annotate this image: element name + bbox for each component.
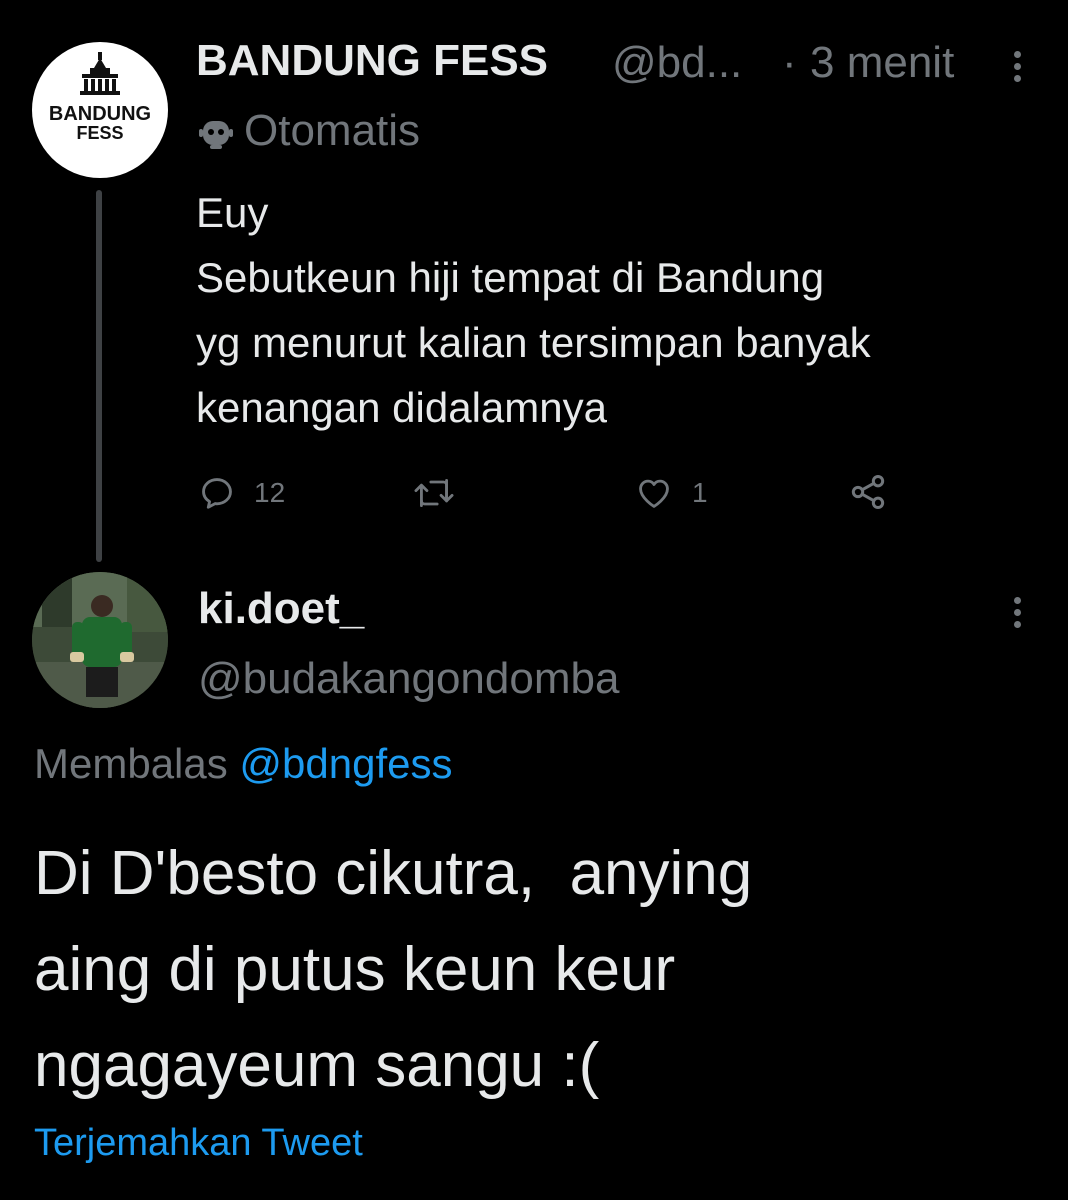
- reply-icon: [202, 478, 232, 509]
- parent-tweet-text: Euy Sebutkeun hiji tempat di Bandung yg …: [196, 180, 1056, 440]
- avatar-photo: [32, 572, 168, 708]
- tweet-text-line: ngagayeum sangu :(: [34, 1031, 600, 1100]
- bandung-fess-avatar[interactable]: BANDUNG FESS: [32, 42, 168, 178]
- parent-author-name[interactable]: BANDUNG FESS: [196, 36, 548, 86]
- bandung-fess-logo: BANDUNG FESS: [49, 52, 151, 143]
- retweet-button[interactable]: [412, 474, 474, 512]
- replying-to-line: Membalas @bdngfess: [34, 740, 453, 788]
- parent-timestamp[interactable]: 3 menit: [810, 38, 954, 88]
- parent-author-handle[interactable]: @bd...: [612, 38, 742, 88]
- reply-author-avatar[interactable]: [32, 572, 168, 708]
- heart-icon: [639, 479, 669, 508]
- share-button[interactable]: [848, 472, 888, 512]
- replying-to-mention-link[interactable]: @bdngfess: [239, 740, 452, 787]
- parent-more-options-icon[interactable]: [1012, 51, 1022, 82]
- thread-connector-line: [96, 190, 102, 562]
- automated-account-label[interactable]: Otomatis: [244, 106, 420, 156]
- retweet-icon: [414, 479, 454, 507]
- share-icon: [851, 475, 885, 509]
- tweet-text-line: Di D'besto cikutra, anying: [34, 839, 753, 908]
- reply-author-handle[interactable]: @budakangondomba: [198, 654, 619, 704]
- bot-icon: [199, 121, 233, 149]
- tweet-text-line: kenangan didalamnya: [196, 384, 607, 431]
- svg-text:BANDUNG: BANDUNG: [49, 103, 151, 125]
- translate-tweet-link[interactable]: Terjemahkan Tweet: [34, 1122, 363, 1165]
- replying-to-prefix: Membalas: [34, 740, 228, 787]
- like-count: 1: [692, 477, 708, 508]
- like-button[interactable]: 1: [634, 474, 708, 512]
- meta-separator: ·: [782, 38, 797, 87]
- reply-more-options-icon[interactable]: [1012, 597, 1022, 628]
- tweet-text-line: yg menurut kalian tersimpan banyak: [196, 319, 871, 366]
- tweet-text-line: Euy: [196, 189, 269, 236]
- reply-count: 12: [254, 477, 286, 508]
- reply-button[interactable]: 12: [198, 474, 285, 512]
- svg-text:FESS: FESS: [76, 123, 123, 143]
- tweet-text-line: Sebutkeun hiji tempat di Bandung: [196, 254, 825, 301]
- reply-author-name[interactable]: ki.doet_: [198, 584, 364, 634]
- reply-tweet-text: Di D'besto cikutra, anying aing di putus…: [34, 826, 1044, 1114]
- tweet-text-line: aing di putus keun keur: [34, 935, 676, 1004]
